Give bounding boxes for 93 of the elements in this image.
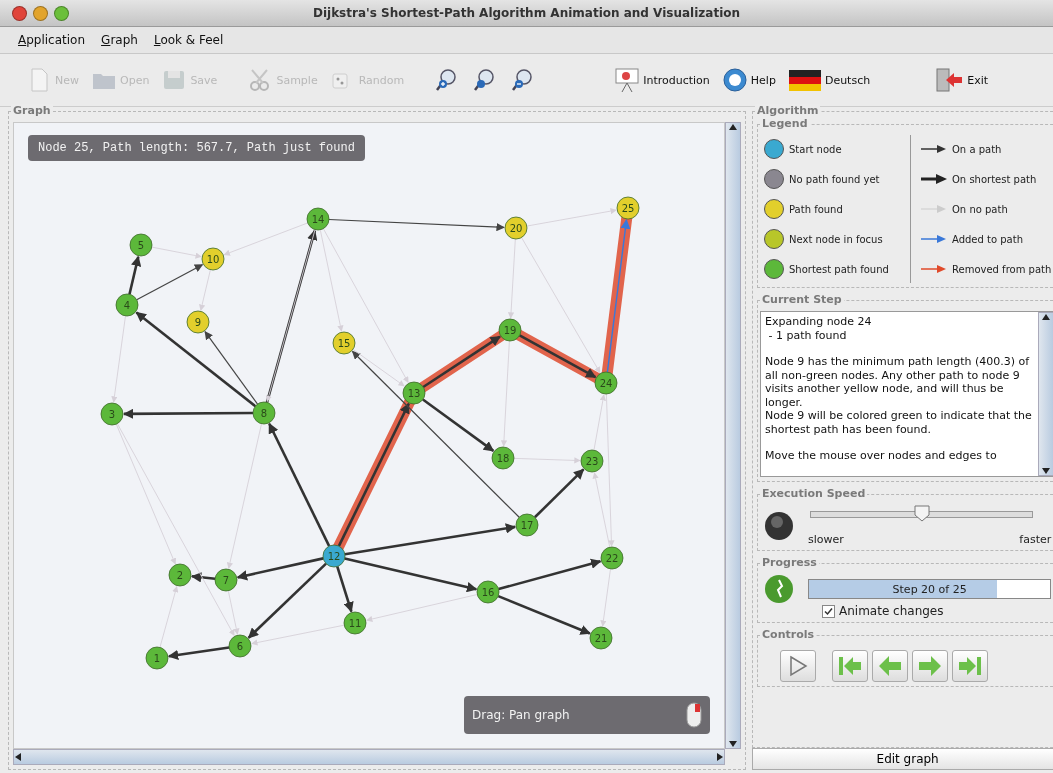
presentation-icon [614,67,641,93]
legend-label: On no path [952,203,1008,215]
skip-back-icon [838,655,862,677]
vertical-scrollbar[interactable] [725,122,741,749]
scroll-left-icon[interactable] [14,753,22,761]
section-title: Execution Speed [760,487,868,500]
graph-canvas[interactable]: 25 14 20 5 10 4 9 15 19 13 24 3 8 18 23 17 12 22 2 7 16 11 6 21 1 Node 25, Path length: 567.7, Path just found Drag: Pan graph [13,122,725,749]
legend-label: Path found [789,203,843,215]
speed-slider[interactable] [810,505,1034,523]
play-icon [788,655,808,677]
graph-node[interactable]: 4 [115,293,139,317]
graph-node[interactable]: 24 [594,371,618,395]
graph-node[interactable]: 23 [580,449,604,473]
skip-forward-icon [958,655,982,677]
graph-node[interactable]: 22 [600,546,624,570]
back-arrow-icon [878,655,902,677]
graph-node[interactable]: 16 [476,580,500,604]
section-title: Current Step [760,293,844,306]
graph-node[interactable]: 20 [504,216,528,240]
graph-node[interactable]: 5 [129,233,153,257]
previous-button[interactable] [872,650,908,682]
scroll-up-icon[interactable] [1042,313,1051,321]
runner-icon [764,574,794,604]
animate-checkbox[interactable]: Animate changes [822,604,1053,618]
menu-item[interactable]: Look & Feel [153,33,224,47]
legend-label: On a path [952,143,1002,155]
graph-node[interactable]: 21 [589,626,613,650]
slower-label: slower [808,533,844,546]
graph-node[interactable]: 14 [306,207,330,231]
graph-node[interactable]: 1 [145,646,169,670]
flag-icon [787,67,822,93]
graph-node[interactable]: 19 [498,318,522,342]
section-title: Legend [760,117,810,130]
menu-item[interactable]: Application [18,33,86,47]
graph-node[interactable]: 25 [616,196,640,220]
edit-graph-button[interactable]: Edit graph [752,748,1053,770]
hint-text: Drag: Pan graph [472,708,570,722]
graph-node[interactable]: 17 [515,513,539,537]
introduction-button[interactable]: Introduction [610,67,714,93]
section-title: Controls [760,628,817,641]
progress-text: Step 20 of 25 [892,582,967,596]
last-button[interactable] [952,650,988,682]
language-button[interactable]: Deutsch [783,67,875,93]
stopwatch-icon [764,510,794,541]
mouse-icon [686,702,702,728]
legend-label: No path found yet [789,173,880,185]
window-title: Dijkstra's Shortest-Path Algorithm Animation and Visualization [312,6,741,20]
scroll-right-icon[interactable] [716,753,724,761]
legend-label: Removed from path [952,263,1052,275]
next-button[interactable] [912,650,948,682]
vertical-scrollbar[interactable] [1038,312,1053,476]
help-icon [721,67,748,93]
graph-node[interactable]: 12 [322,544,346,568]
graph-node[interactable]: 3 [100,402,124,426]
legend-label: On shortest path [952,173,1037,185]
exit-button[interactable]: Exit [930,67,993,93]
scroll-down-icon[interactable] [729,740,737,748]
status-message: Node 25, Path length: 567.7, Path just found [28,135,365,161]
graph-node[interactable]: 2 [168,563,192,587]
checkmark-icon [824,606,833,616]
graph-node[interactable]: 13 [402,381,426,405]
forward-arrow-icon [918,655,942,677]
step-paragraph: Move the mouse over nodes and edges to [765,449,998,463]
legend-label: Added to path [952,233,1023,245]
first-button[interactable] [832,650,868,682]
graph-node[interactable]: 9 [186,310,210,334]
graph-node[interactable]: 6 [228,634,252,658]
minimize-button[interactable] [33,6,48,21]
legend-label: Shortest path found [789,263,889,275]
help-button[interactable]: Help [717,67,780,93]
slider-thumb[interactable] [913,505,930,522]
step-paragraph: Expanding node 24 - 1 path found [765,315,873,342]
horizontal-scrollbar[interactable] [13,749,725,765]
zoom-button[interactable] [54,6,69,21]
graph-node[interactable]: 7 [214,568,238,592]
scroll-down-icon[interactable] [1042,467,1051,475]
scroll-up-icon[interactable] [729,123,737,131]
step-paragraph: Node 9 has the minimum path length (400.3) of all non-green nodes. Any other path to node 9 visits another yellow node, and will thus be longer. Node 9 will be colored green to indicate that the shortest path has been found. [765,355,1033,436]
close-button[interactable] [12,6,27,21]
exit-door-icon [934,67,965,93]
section-title: Progress [760,556,819,569]
legend-label: Next node in focus [789,233,883,245]
graph-node[interactable]: 8 [252,401,276,425]
section-title: Graph [11,104,53,117]
faster-label: faster [1019,533,1052,546]
graph-node[interactable]: 10 [201,247,225,271]
graph-node[interactable]: 11 [343,611,367,635]
play-button[interactable] [780,650,816,682]
menu-item[interactable]: Graph [101,33,138,47]
graph-node[interactable]: 18 [491,446,515,470]
section-title: Algorithm [755,104,821,117]
legend-label: Start node [789,143,842,155]
graph-node[interactable]: 15 [332,331,356,355]
